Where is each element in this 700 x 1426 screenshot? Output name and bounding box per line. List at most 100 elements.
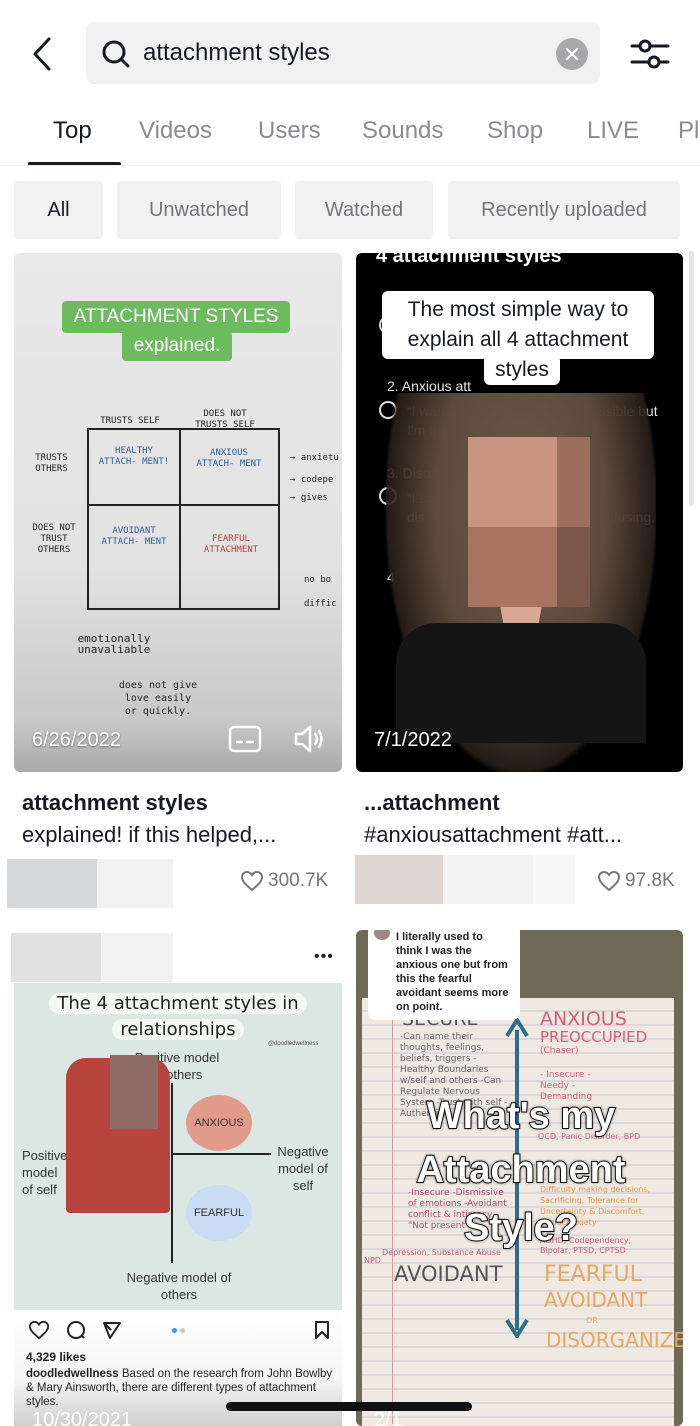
tab-shop[interactable]: Shop (487, 115, 543, 147)
note: AVOIDANT (544, 1288, 648, 1312)
tab-users[interactable]: Users (258, 115, 321, 147)
video-thumbnail[interactable]: SECURE -Can name their thoughts, feeling… (356, 930, 683, 1426)
search-tabs: Top Videos Users Sounds Shop LIVE Pl (0, 100, 700, 166)
tab-places[interactable]: Pl (678, 115, 699, 147)
grid-row-label: TRUSTS OTHERS (35, 453, 68, 474)
comment-reply-bubble: I literally used to think I was the anxi… (368, 930, 520, 1020)
tab-videos[interactable]: Videos (139, 115, 212, 147)
video-date: 6/26/2022 (32, 729, 121, 751)
search-input[interactable]: attachment styles (86, 22, 600, 84)
person-clothing (396, 623, 646, 743)
like-count: 300.7K (240, 870, 328, 892)
tab-top[interactable]: Top (53, 115, 92, 147)
comment-icon[interactable] (66, 1320, 86, 1340)
watermark: @doodledwellness (268, 1041, 319, 1047)
video-date: 10/30/2021 (32, 1409, 133, 1426)
anxious-bubble: ANXIOUS (186, 1095, 252, 1151)
more-options-button[interactable]: ••• (314, 948, 334, 966)
search-icon (102, 40, 130, 68)
arrow-down-icon (505, 1318, 529, 1338)
note: → anxietu (290, 453, 339, 463)
grid-cell: HEALTHY ATTACH- MENT! (98, 446, 170, 467)
chip-recently-uploaded[interactable]: Recently uploaded (448, 181, 680, 239)
filter-button[interactable] (626, 34, 674, 74)
clear-icon (565, 47, 579, 61)
search-header: attachment styles (0, 0, 700, 100)
fearful-bubble: FEARFUL (186, 1185, 252, 1241)
active-tab-indicator (28, 162, 121, 165)
chip-all[interactable]: All (14, 181, 103, 239)
video-caption: What's my (426, 1094, 617, 1138)
grid-cell: AVOIDANT ATTACH- MENT (101, 526, 167, 547)
scrollbar[interactable] (689, 251, 694, 506)
note: PREOCCUPIED (540, 1028, 648, 1046)
home-indicator[interactable] (226, 1402, 472, 1411)
chip-unwatched[interactable]: Unwatched (117, 181, 281, 239)
pixelated-face (110, 1055, 158, 1129)
post-likes: 4,329 likes (26, 1350, 87, 1364)
arrow-up-icon (505, 1018, 529, 1038)
note: no bo (304, 575, 332, 585)
note: DISORGANIZED (546, 1328, 683, 1352)
note: FEARFUL (544, 1262, 642, 1287)
bookmark-icon[interactable] (314, 1320, 330, 1340)
pixelated-face (468, 437, 590, 607)
note: NPD (364, 1256, 381, 1265)
note: diffic (304, 599, 337, 609)
note: AVOIDANT (394, 1262, 503, 1286)
filter-chips: All Unwatched Watched Recently uploaded (0, 181, 700, 239)
video-caption: Style? (463, 1206, 579, 1250)
tab-sounds[interactable]: Sounds (362, 115, 443, 147)
video-thumbnail[interactable]: 4 attachment styles 2. Anxious att “I wa… (356, 253, 683, 772)
like-count: 97.8K (597, 870, 675, 892)
video-title[interactable]: attachment styles (22, 788, 208, 818)
sound-icon[interactable] (292, 724, 326, 754)
video-caption: Attachment (415, 1148, 626, 1192)
video-caption: The most simple way to explain all 4 att… (382, 291, 654, 359)
avatar-placeholder (355, 855, 443, 904)
username-placeholder (533, 855, 575, 904)
chevron-left-icon (33, 37, 51, 71)
note: → gives (290, 493, 328, 503)
note: ANXIOUS (540, 1008, 627, 1030)
video-title[interactable]: ...attachment (364, 788, 500, 818)
axis-horizontal (171, 1153, 271, 1155)
axis-label-right: Negative model of self (277, 1144, 329, 1193)
sliders-icon (630, 39, 670, 69)
note: does not give love easily or quickly. (118, 680, 198, 717)
video-description[interactable]: explained! if this helped,... (22, 820, 276, 850)
grid-col-label: TRUSTS SELF (100, 416, 160, 426)
more-horizontal-icon: ••• (314, 948, 334, 965)
heart-icon (240, 870, 264, 892)
heart-icon[interactable] (28, 1320, 50, 1340)
username-placeholder (101, 933, 173, 982)
video-date: 2/1 (374, 1409, 402, 1426)
captions-icon[interactable] (228, 725, 262, 753)
grid-cell: ANXIOUS ATTACH- MENT (196, 448, 262, 469)
carousel-dots (172, 1328, 185, 1333)
overlay-text: 4 attachment styles (376, 253, 562, 267)
axis-label-left: Positive model of self (22, 1148, 66, 1197)
video-thumbnail[interactable]: The 4 attachment styles in relationships… (14, 983, 342, 1426)
video-date: 7/1/2022 (374, 729, 452, 751)
post-title: The 4 attachment styles in relationships (38, 991, 318, 1043)
grid-row-label: DOES NOT TRUST OTHERS (32, 523, 76, 555)
tab-live[interactable]: LIVE (587, 115, 639, 147)
chip-watched[interactable]: Watched (295, 181, 433, 239)
username-placeholder (97, 859, 173, 908)
video-caption-line2: styles (484, 355, 560, 385)
video-thumbnail[interactable]: ATTACHMENT STYLES explained. TRUSTS SELF… (14, 253, 342, 772)
clear-search-button[interactable] (556, 38, 588, 70)
username-placeholder (443, 855, 533, 904)
search-query: attachment styles (143, 39, 330, 66)
back-button[interactable] (24, 34, 60, 74)
avatar-placeholder (7, 859, 97, 908)
heart-icon (597, 870, 621, 892)
commenter-avatar (374, 930, 390, 940)
grid-cell: FEARFUL ATTACHMENT (203, 534, 259, 555)
video-description[interactable]: #anxiousattachment #att... (364, 820, 622, 850)
axis-label-bottom: Negative model of others (126, 1270, 232, 1302)
send-icon[interactable] (102, 1320, 122, 1340)
note: OR (586, 1316, 598, 1325)
note: → codepe (290, 475, 334, 485)
